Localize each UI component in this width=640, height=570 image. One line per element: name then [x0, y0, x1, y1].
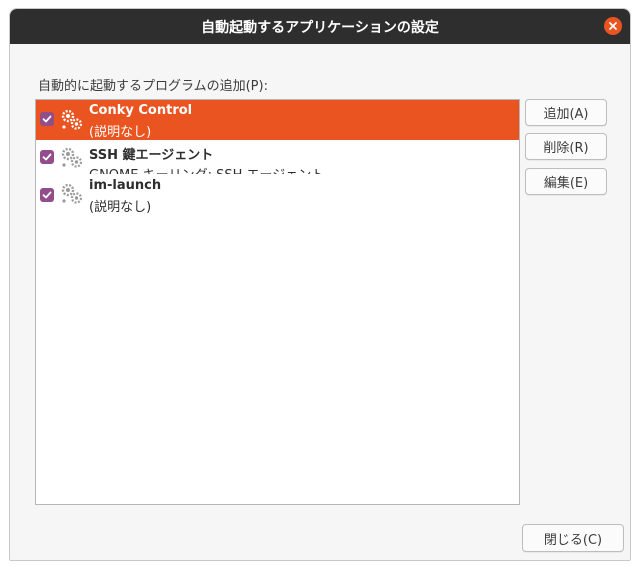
- window-title: 自動起動するアプリケーションの設定: [201, 19, 439, 36]
- title-bar[interactable]: 自動起動するアプリケーションの設定: [10, 9, 630, 44]
- enabled-checkbox[interactable]: [40, 188, 54, 202]
- startup-programs-label: 自動的に起動するプログラムの追加(P):: [38, 79, 268, 94]
- gears-icon: [61, 147, 83, 168]
- close-window-button[interactable]: [604, 17, 622, 35]
- checkmark-icon: [42, 153, 52, 161]
- item-description: (説明なし): [89, 200, 152, 215]
- list-item[interactable]: SSH 鍵エージェント GNOME キーリング: SSH エージェント: [36, 140, 519, 174]
- startup-applications-window: 自動起動するアプリケーションの設定 自動的に起動するプログラムの追加(P): C…: [9, 8, 631, 561]
- item-name: Conky Control: [89, 103, 193, 118]
- item-name: im-launch: [89, 178, 162, 193]
- item-name: SSH 鍵エージェント: [89, 148, 214, 163]
- checkmark-icon: [42, 115, 52, 123]
- close-button[interactable]: 閉じる(C): [522, 524, 624, 552]
- enabled-checkbox[interactable]: [40, 112, 54, 126]
- remove-button[interactable]: 削除(R): [525, 133, 607, 160]
- close-icon: [609, 22, 617, 30]
- add-button[interactable]: 追加(A): [525, 99, 607, 126]
- list-item[interactable]: Conky Control (説明なし): [36, 100, 519, 140]
- edit-button[interactable]: 編集(E): [525, 168, 607, 195]
- gears-icon: [61, 109, 83, 130]
- item-description: GNOME キーリング: SSH エージェント: [89, 164, 324, 174]
- gears-icon: [61, 183, 83, 204]
- enabled-checkbox[interactable]: [40, 150, 54, 164]
- startup-programs-list[interactable]: Conky Control (説明なし) SSH 鍵エージェント GNOME キ…: [35, 99, 520, 505]
- item-description: (説明なし): [89, 125, 152, 140]
- list-item[interactable]: im-launch (説明なし): [36, 174, 519, 216]
- checkmark-icon: [42, 191, 52, 199]
